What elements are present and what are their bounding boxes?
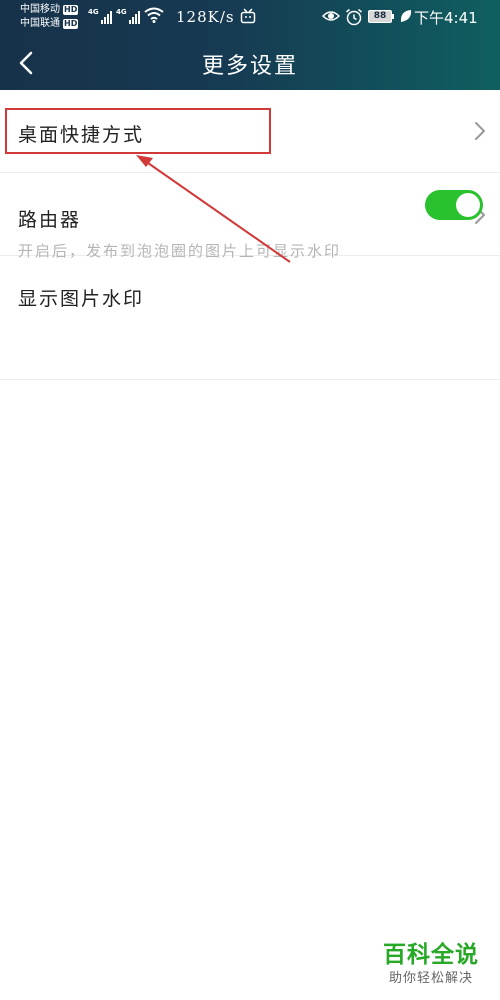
tv-icon (240, 8, 256, 24)
alarm-icon (346, 8, 362, 26)
header: 中国移动 HD 中国联通 HD 4G 4G 128K/s 88 下午4:41 更… (0, 0, 500, 90)
setting-hint: 开启后，发布到泡泡圈的图片上可显示水印 (18, 242, 342, 260)
battery-icon: 88 (368, 10, 394, 23)
setting-desktop-shortcut[interactable]: 桌面快捷方式 (0, 90, 500, 173)
setting-show-watermark: 显示图片水印 (0, 256, 500, 380)
hd-badge: HD (63, 19, 79, 29)
toggle-knob (456, 193, 480, 217)
network-type: 4G (88, 8, 99, 16)
signal-icon: 4G (88, 8, 112, 24)
setting-label: 桌面快捷方式 (18, 124, 145, 146)
net-speed: 128K/s (176, 8, 235, 26)
signal-icon: 4G (116, 8, 140, 24)
watermark-toggle[interactable] (425, 190, 483, 220)
clock: 下午4:41 (414, 9, 478, 27)
brand-watermark: 百科全说 助你轻松解决 (374, 940, 488, 988)
watermark-title: 百科全说 (383, 942, 479, 968)
eye-icon (322, 11, 340, 21)
battery-level: 88 (368, 10, 392, 23)
wifi-icon (144, 7, 164, 23)
hd-badge: HD (63, 5, 79, 15)
carrier-1: 中国移动 (20, 4, 60, 15)
setting-label: 显示图片水印 (18, 288, 145, 310)
page-title: 更多设置 (201, 54, 298, 79)
carrier-info: 中国移动 HD 中国联通 HD (20, 3, 79, 31)
setting-label: 路由器 (18, 209, 82, 231)
status-bar: 中国移动 HD 中国联通 HD 4G 4G 128K/s 88 下午4:41 (0, 0, 500, 36)
carrier-2: 中国联通 (20, 18, 60, 29)
chevron-right-icon (475, 122, 485, 140)
app-bar: 更多设置 (0, 36, 500, 90)
network-type: 4G (116, 8, 127, 16)
watermark-subtitle: 助你轻松解决 (388, 971, 473, 986)
leaf-icon (400, 10, 412, 22)
